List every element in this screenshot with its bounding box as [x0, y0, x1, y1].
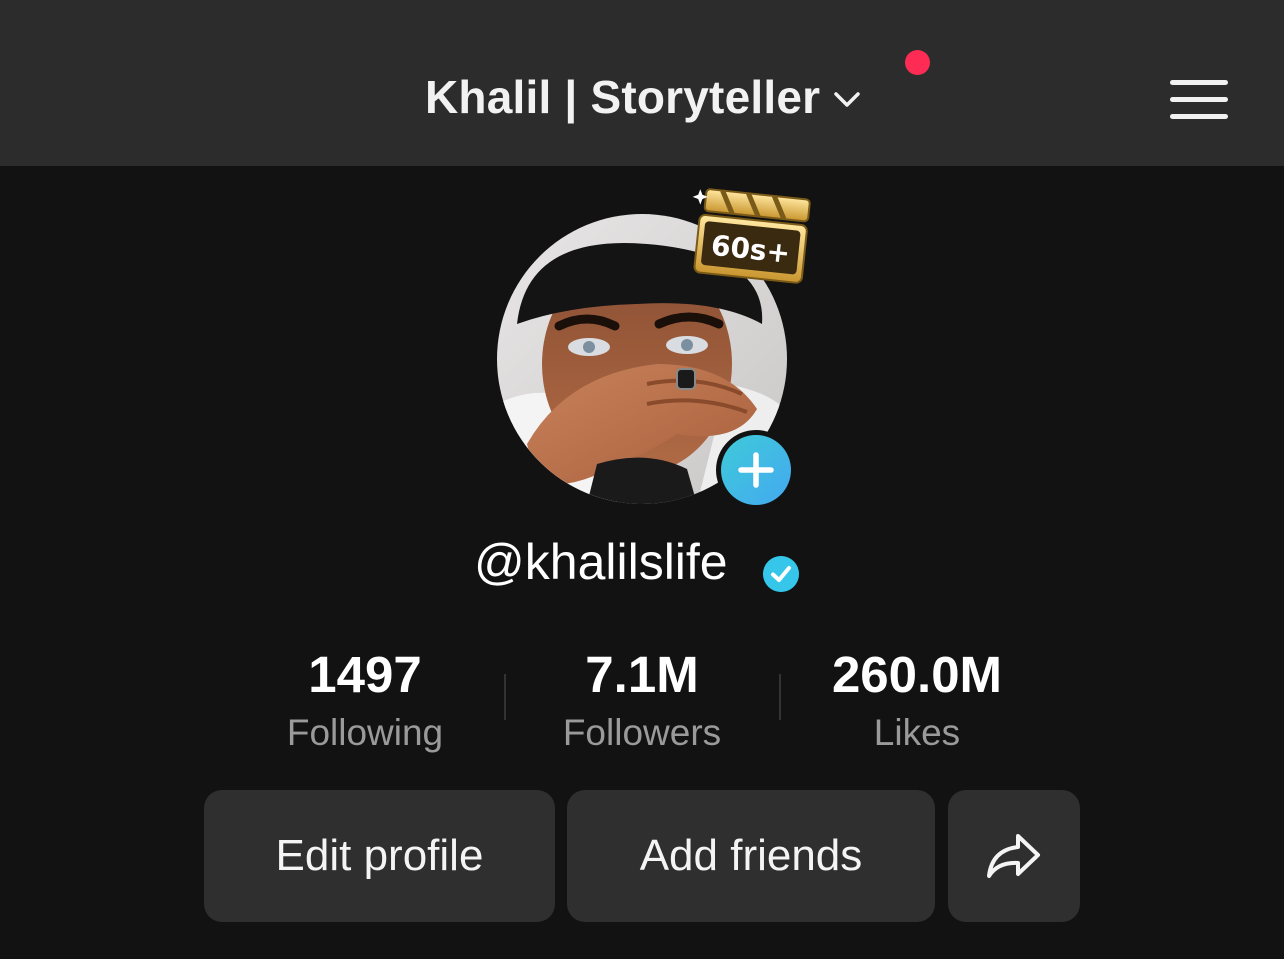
likes-count: 260.0M — [831, 646, 1003, 703]
plus-icon — [738, 452, 774, 488]
hamburger-menu-icon[interactable] — [1168, 76, 1232, 124]
stat-likes[interactable]: 260.0M Likes — [797, 644, 1037, 758]
edit-profile-label: Edit profile — [275, 831, 484, 880]
share-arrow-icon — [987, 834, 1040, 878]
verified-check-icon — [763, 556, 799, 592]
top-bar: Khalil | Storyteller — [0, 0, 1284, 166]
username-row: @khalilslife — [0, 533, 1284, 603]
stat-divider — [779, 674, 781, 720]
stat-following[interactable]: 1497 Following — [245, 644, 485, 758]
following-label: Following — [286, 712, 444, 753]
add-friends-button[interactable]: Add friends — [567, 790, 935, 922]
add-avatar-button[interactable] — [716, 430, 796, 510]
followers-label: Followers — [562, 712, 722, 753]
account-switcher[interactable]: Khalil | Storyteller — [425, 66, 864, 128]
notification-dot — [905, 50, 930, 75]
add-friends-label: Add friends — [639, 831, 863, 880]
edit-profile-button[interactable]: Edit profile — [204, 790, 555, 922]
stat-followers[interactable]: 7.1M Followers — [522, 644, 762, 758]
share-profile-button[interactable] — [948, 790, 1080, 922]
username: @khalilslife — [474, 534, 728, 590]
clapperboard-60s-badge: 60s+ — [692, 188, 811, 284]
profile-page: Khalil | Storyteller 60s+ @khalilslife 1… — [0, 0, 1284, 959]
followers-count: 7.1M — [585, 646, 699, 703]
following-count: 1497 — [308, 646, 422, 703]
likes-label: Likes — [873, 712, 961, 753]
stat-divider — [504, 674, 506, 720]
chevron-down-icon — [834, 92, 860, 107]
account-name: Khalil | Storyteller — [425, 71, 821, 123]
